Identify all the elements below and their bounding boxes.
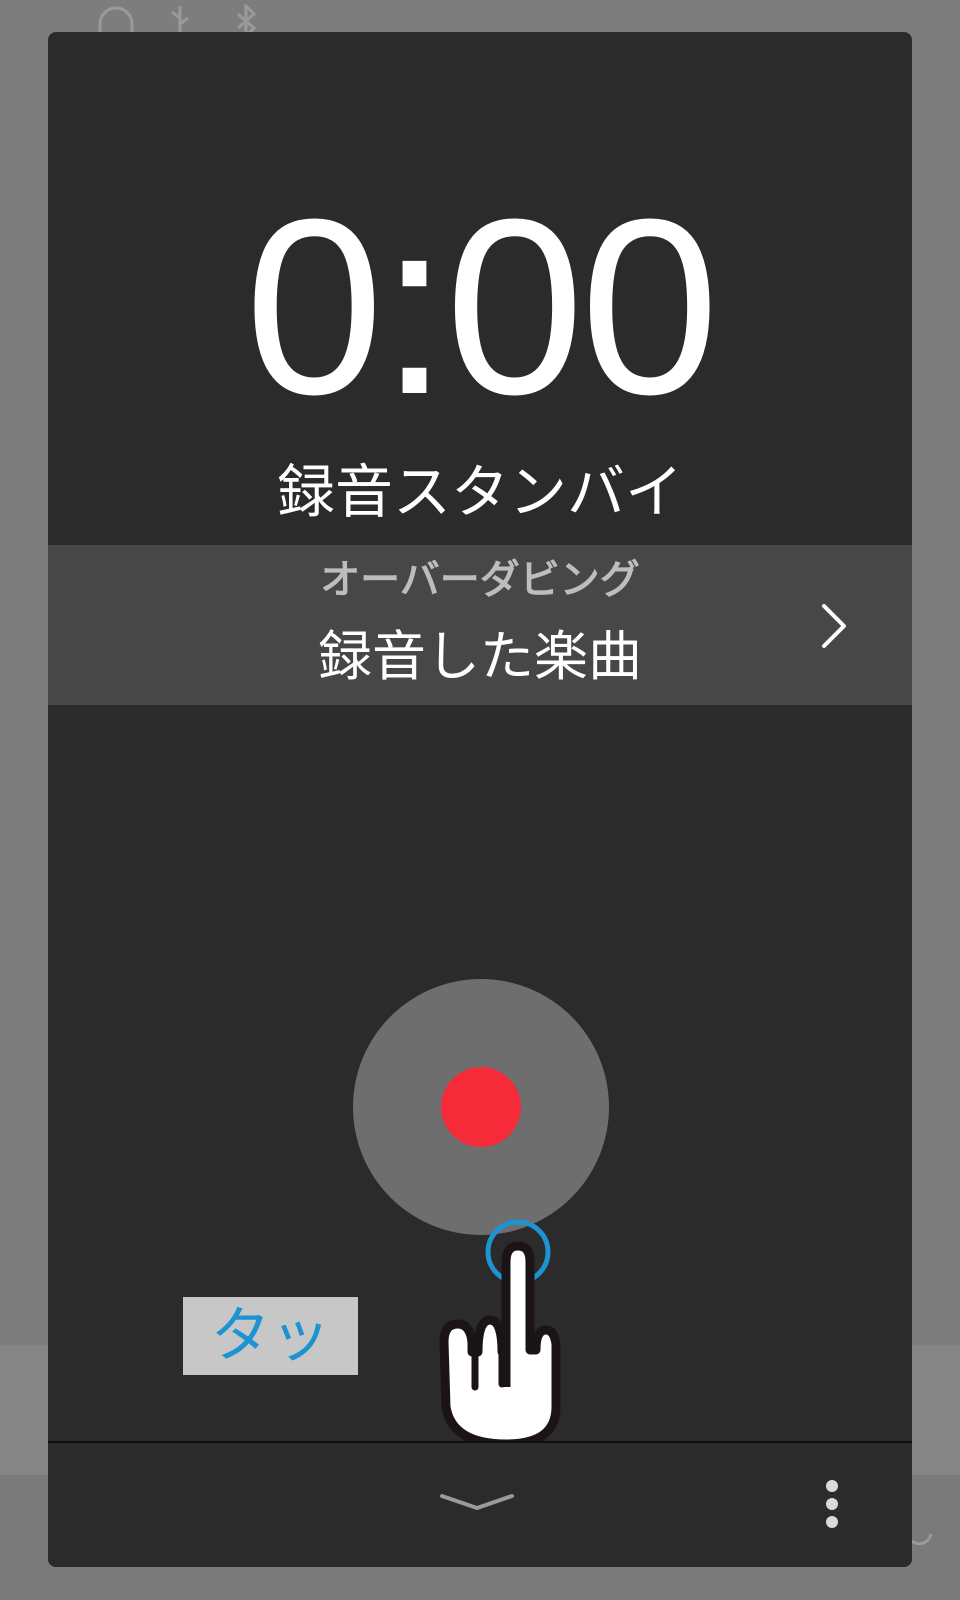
tap-hint-label: タップ [183,1297,358,1375]
recording-mode-label: オーバーダビング [320,557,640,603]
menu-dot [826,1516,838,1528]
chevron-right-icon [822,604,846,648]
tap-hand-icon [439,1219,561,1447]
chevron-down-icon[interactable] [432,1478,522,1528]
menu-dot [826,1480,838,1492]
record-icon [441,1067,521,1147]
song-selector-row[interactable]: オーバーダビング 録音した楽曲 [48,545,912,705]
record-button[interactable] [353,979,609,1235]
recording-status: 録音スタンバイ [276,458,683,526]
menu-dot [826,1498,838,1510]
recording-timer: 0:00 [244,167,720,446]
bottom-bar [48,1443,912,1567]
recorder-panel: 0:00 録音スタンバイ オーバーダビング 録音した楽曲 タップ [48,32,912,1567]
song-name-label: 録音した楽曲 [318,625,642,688]
more-vert-icon[interactable] [818,1478,848,1532]
